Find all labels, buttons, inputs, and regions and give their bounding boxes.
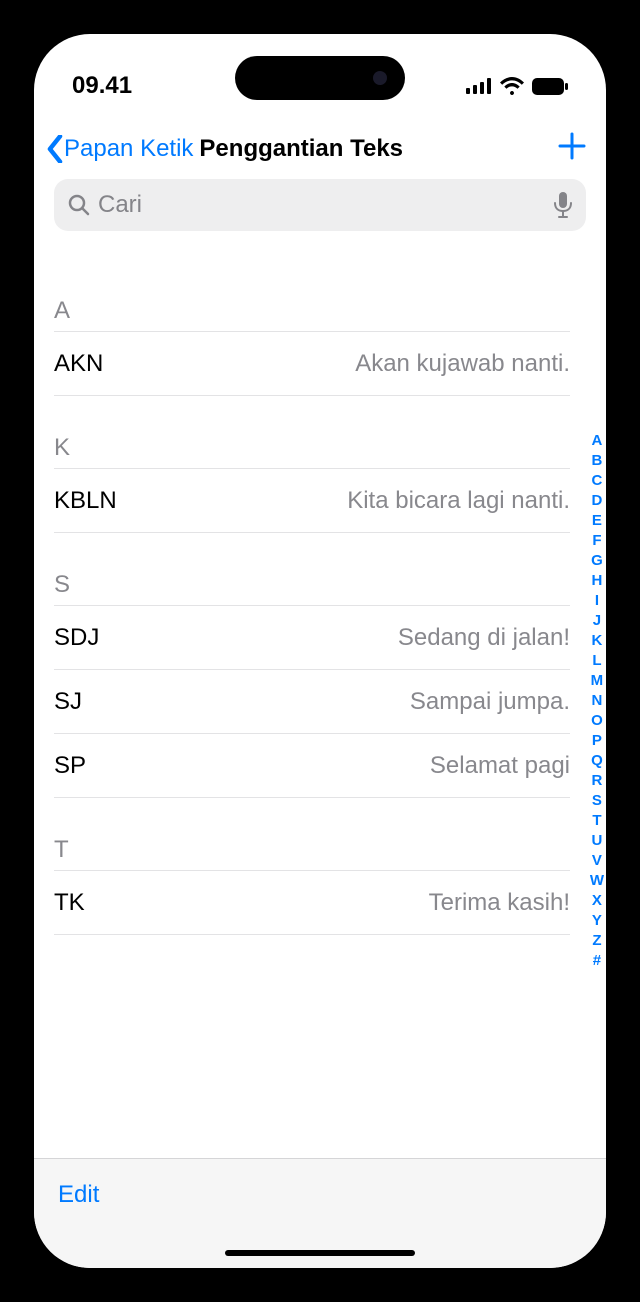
index-letter[interactable]: B [591, 451, 602, 471]
phrase-text: Selamat pagi [430, 752, 570, 780]
index-letter[interactable]: R [591, 771, 602, 791]
index-letter[interactable]: M [591, 671, 604, 691]
shortcut-text: SJ [54, 688, 82, 716]
back-label: Papan Ketik [64, 135, 193, 163]
index-letter[interactable]: Y [592, 911, 602, 931]
page-title: Penggantian Teks [199, 135, 403, 163]
phone-frame: 09.41 Papan Ketik Penggantian Teks Cari [20, 20, 620, 1282]
battery-icon [532, 78, 568, 95]
index-letter[interactable]: L [592, 651, 601, 671]
nav-bar: Papan Ketik Penggantian Teks [34, 122, 606, 179]
index-letter[interactable]: P [592, 731, 602, 751]
index-letter[interactable]: T [592, 811, 601, 831]
index-letter[interactable]: O [591, 711, 603, 731]
home-indicator[interactable] [225, 1250, 415, 1256]
add-button[interactable] [558, 132, 586, 165]
index-letter[interactable]: J [593, 611, 601, 631]
index-letter[interactable]: Z [592, 931, 601, 951]
screen: 09.41 Papan Ketik Penggantian Teks Cari [34, 34, 606, 1268]
search-icon [68, 194, 90, 216]
index-letter[interactable]: C [591, 471, 602, 491]
list-item[interactable]: AKN Akan kujawab nanti. [54, 332, 570, 396]
index-letter[interactable]: G [591, 551, 603, 571]
shortcut-text: AKN [54, 350, 103, 378]
list-item[interactable]: SJ Sampai jumpa. [54, 670, 570, 734]
replacement-list[interactable]: AAKNAkan kujawab nanti.KKBLNKita bicara … [34, 243, 606, 935]
index-letter[interactable]: N [591, 691, 602, 711]
list-item[interactable]: SP Selamat pagi [54, 734, 570, 798]
status-time: 09.41 [72, 72, 132, 100]
index-letter[interactable]: D [591, 491, 602, 511]
index-letter[interactable]: Q [591, 751, 603, 771]
section-header: T [54, 798, 570, 871]
microphone-icon[interactable] [554, 192, 572, 218]
phrase-text: Sampai jumpa. [410, 688, 570, 716]
phrase-text: Kita bicara lagi nanti. [347, 487, 570, 515]
index-letter[interactable]: U [591, 831, 602, 851]
alphabet-index[interactable]: ABCDEFGHIJKLMNOPQRSTUVWXYZ# [590, 431, 604, 971]
section-header: K [54, 396, 570, 469]
list-item[interactable]: KBLN Kita bicara lagi nanti. [54, 469, 570, 533]
index-letter[interactable]: E [592, 511, 602, 531]
content-area: AAKNAkan kujawab nanti.KKBLNKita bicara … [34, 243, 606, 1158]
search-placeholder: Cari [98, 191, 546, 219]
nav-left: Papan Ketik Penggantian Teks [46, 135, 403, 163]
edit-button[interactable]: Edit [58, 1181, 99, 1209]
shortcut-text: KBLN [54, 487, 117, 515]
status-icons [466, 77, 568, 95]
index-letter[interactable]: S [592, 791, 602, 811]
index-letter[interactable]: I [595, 591, 599, 611]
section-header: S [54, 533, 570, 606]
plus-icon [558, 132, 586, 160]
section-header: A [54, 243, 570, 332]
bottom-toolbar: Edit [34, 1158, 606, 1230]
index-letter[interactable]: H [591, 571, 602, 591]
phrase-text: Sedang di jalan! [398, 624, 570, 652]
index-letter[interactable]: W [590, 871, 604, 891]
phrase-text: Terima kasih! [429, 889, 570, 917]
list-item[interactable]: TK Terima kasih! [54, 871, 570, 935]
shortcut-text: TK [54, 889, 85, 917]
index-letter[interactable]: A [591, 431, 602, 451]
wifi-icon [500, 77, 524, 95]
cellular-icon [466, 78, 492, 94]
index-letter[interactable]: K [591, 631, 602, 651]
phrase-text: Akan kujawab nanti. [355, 350, 570, 378]
list-item[interactable]: SDJ Sedang di jalan! [54, 606, 570, 670]
shortcut-text: SDJ [54, 624, 99, 652]
search-input[interactable]: Cari [54, 179, 586, 231]
bottom-spacer [34, 1230, 606, 1268]
dynamic-island [235, 56, 405, 100]
index-letter[interactable]: V [592, 851, 602, 871]
shortcut-text: SP [54, 752, 86, 780]
chevron-left-icon [46, 135, 64, 163]
index-letter[interactable]: X [592, 891, 602, 911]
index-letter[interactable]: # [593, 951, 601, 971]
back-button[interactable]: Papan Ketik [46, 135, 193, 163]
index-letter[interactable]: F [592, 531, 601, 551]
